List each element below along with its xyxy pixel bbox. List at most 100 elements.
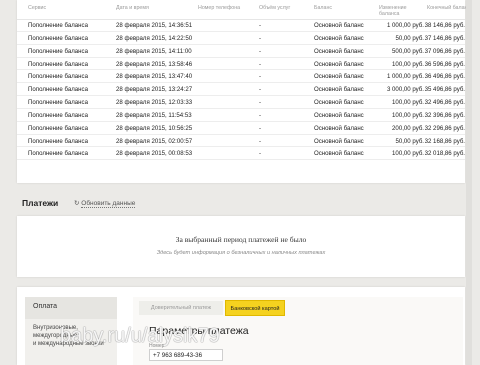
cell-volume: -: [259, 86, 262, 94]
header-service[interactable]: Сервис: [28, 5, 46, 11]
cell-final: 37 146,86 руб.: [424, 34, 465, 42]
cell-final: 32 018,86 руб.: [424, 150, 465, 158]
cell-volume: -: [259, 34, 262, 42]
payments-empty-panel: За выбранный период платежей не было Зде…: [17, 216, 465, 277]
cell-balance: Основной баланс: [314, 86, 364, 94]
cell-change: 1 000,00 руб.: [386, 73, 424, 81]
cell-volume: -: [259, 22, 262, 29]
cell-volume: -: [259, 47, 262, 55]
cell-volume: -: [259, 73, 262, 81]
table-row: Пополнение баланса 28 февраля 2015, 11:54…: [17, 109, 465, 122]
cell-volume: -: [259, 60, 262, 68]
refresh-icon: ↻: [74, 200, 80, 207]
cell-date: 28 февраля 2015, 14:36:51: [116, 22, 193, 29]
cell-date: 28 февраля 2015, 10:56:25: [116, 124, 193, 132]
table-row: Пополнение баланса 28 февраля 2015, 14:11…: [17, 45, 465, 58]
cell-final: 35 496,86 руб.: [424, 86, 465, 94]
cell-service: Пополнение баланса: [28, 60, 88, 68]
cell-final: 36 496,86 руб.: [424, 73, 465, 81]
cell-balance: Основной баланс: [314, 99, 364, 107]
cell-balance: Основной баланс: [314, 124, 364, 132]
cell-date: 28 февраля 2015, 14:22:50: [116, 34, 193, 42]
cell-service: Пополнение баланса: [28, 73, 88, 81]
empty-subtitle: Здесь будет информация о безналичных и н…: [156, 250, 326, 256]
table-row: Пополнение баланса 28 февраля 2015, 13:58…: [17, 58, 465, 71]
header-phone[interactable]: Номер телефона: [198, 5, 240, 11]
cell-service: Пополнение баланса: [28, 99, 88, 107]
empty-title: За выбранный период платежей не было: [175, 235, 307, 244]
table-header: Сервис Дата и время Номер телефона Объём…: [17, 0, 470, 20]
cell-final: 32 396,86 руб.: [424, 111, 465, 119]
table-row: Пополнение баланса 28 февраля 2015, 13:24…: [17, 83, 465, 97]
cell-final: 36 596,86 руб.: [424, 60, 465, 68]
cell-date: 28 февраля 2015, 00:08:53: [116, 150, 193, 158]
cell-date: 28 февраля 2015, 11:54:53: [116, 111, 192, 119]
table-row: Пополнение баланса 28 февраля 2015, 00:08…: [17, 147, 465, 161]
cell-final: 38 146,86 руб.: [424, 22, 465, 29]
watermark-text: baby.ru/u/alysik79: [60, 325, 220, 347]
cell-change: 3 000,00 руб.: [386, 86, 424, 94]
cell-service: Пополнение баланса: [28, 86, 88, 94]
cell-service: Пополнение баланса: [28, 124, 88, 132]
cell-service: Пополнение баланса: [28, 22, 88, 29]
cell-date: 28 февраля 2015, 14:11:00: [116, 47, 192, 55]
cell-balance: Основной баланс: [314, 73, 364, 81]
header-final[interactable]: Конечный баланс: [427, 5, 471, 11]
cell-date: 28 февраля 2015, 02:00:57: [116, 137, 193, 145]
cell-volume: -: [259, 137, 262, 145]
cell-final: 32 168,86 руб.: [424, 137, 465, 145]
cell-volume: -: [259, 150, 262, 158]
tab-bank-card[interactable]: Банковской картой: [225, 300, 285, 316]
cell-balance: Основной баланс: [314, 34, 364, 42]
table-body: Пополнение баланса 28 февраля 2015, 14:36…: [17, 19, 465, 161]
cell-change: 200,00 руб.: [392, 124, 424, 132]
cell-service: Пополнение баланса: [28, 111, 88, 119]
cell-service: Пополнение баланса: [28, 47, 88, 55]
scrollbar[interactable]: [466, 0, 472, 365]
table-row: Пополнение баланса 28 февраля 2015, 10:56…: [17, 122, 465, 135]
cell-balance: Основной баланс: [314, 111, 364, 119]
cell-service: Пополнение баланса: [28, 137, 88, 145]
cell-change: 100,00 руб.: [392, 111, 424, 119]
cell-volume: -: [259, 111, 262, 119]
cell-volume: -: [259, 124, 262, 132]
cell-balance: Основной баланс: [314, 60, 364, 68]
cell-date: 28 февраля 2015, 13:47:40: [116, 73, 193, 81]
side-item-payment[interactable]: Оплата: [25, 297, 117, 319]
phone-input[interactable]: +7 963 689-43-36: [149, 349, 223, 361]
header-balance[interactable]: Баланс: [314, 5, 332, 11]
cell-balance: Основной баланс: [314, 22, 364, 29]
cell-final: 37 096,86 руб.: [424, 47, 465, 55]
table-row: Пополнение баланса 28 февраля 2015, 12:03…: [17, 96, 465, 109]
cell-final: 32 496,86 руб.: [424, 99, 465, 107]
header-date[interactable]: Дата и время: [116, 5, 149, 11]
cell-balance: Основной баланс: [314, 47, 364, 55]
cell-balance: Основной баланс: [314, 137, 364, 145]
cell-change: 100,00 руб.: [392, 60, 424, 68]
cell-date: 28 февраля 2015, 13:24:27: [116, 86, 193, 94]
cell-change: 500,00 руб.: [392, 47, 424, 55]
table-row: Пополнение баланса 28 февраля 2015, 02:00…: [17, 135, 465, 148]
cell-volume: -: [259, 99, 262, 107]
cell-date: 28 февраля 2015, 13:58:46: [116, 60, 193, 68]
transactions-table: Сервис Дата и время Номер телефона Объём…: [17, 0, 470, 183]
cell-service: Пополнение баланса: [28, 34, 88, 42]
header-volume[interactable]: Объём услуг: [259, 5, 290, 11]
cell-change: 1 000,00 руб.: [386, 22, 424, 29]
cell-balance: Основной баланс: [314, 150, 364, 158]
side-item-payment-label: Оплата: [33, 303, 58, 310]
table-row: Пополнение баланса 28 февраля 2015, 14:36…: [17, 19, 465, 32]
table-row: Пополнение баланса 28 февраля 2015, 13:47…: [17, 70, 465, 84]
table-row: Пополнение баланса 28 февраля 2015, 14:22…: [17, 32, 465, 45]
cell-change: 50,00 руб.: [395, 137, 424, 145]
cell-change: 50,00 руб.: [395, 34, 424, 42]
cell-final: 32 296,86 руб.: [424, 124, 465, 132]
refresh-link[interactable]: ↻ Обновить данные: [74, 199, 136, 208]
cell-date: 28 февраля 2015, 12:03:33: [116, 99, 193, 107]
cell-change: 100,00 руб.: [392, 150, 424, 158]
refresh-label: Обновить данные: [81, 200, 136, 208]
payments-title: Платежи: [22, 198, 59, 208]
header-change[interactable]: Изменение баланса: [379, 5, 419, 17]
cell-change: 100,00 руб.: [392, 99, 424, 107]
tab-trust-payment[interactable]: Доверительный платеж: [139, 301, 223, 315]
